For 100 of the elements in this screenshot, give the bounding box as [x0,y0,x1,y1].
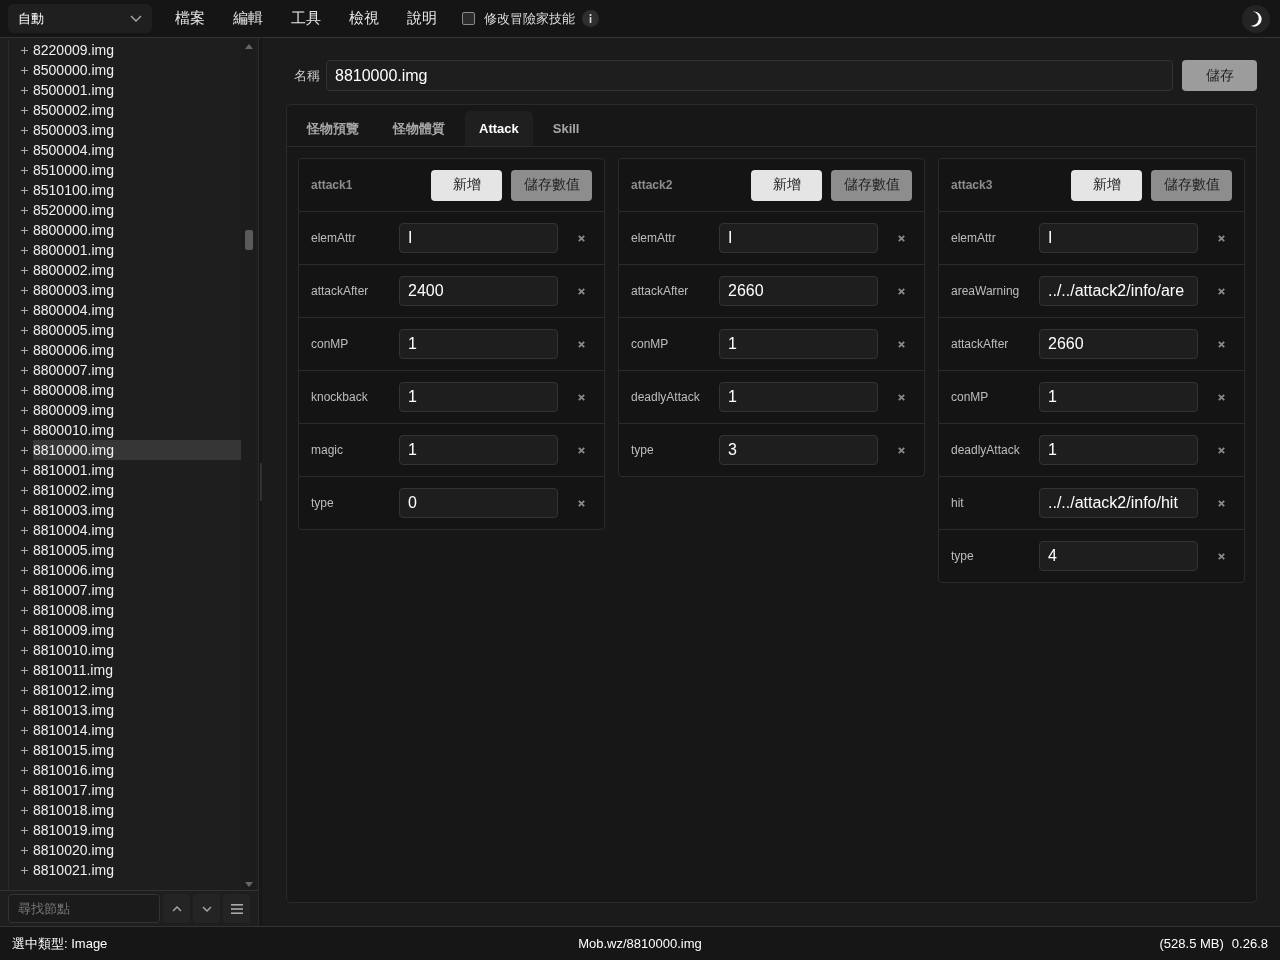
tree-item[interactable]: 8800000.img [33,220,241,240]
close-icon[interactable] [1218,552,1225,560]
tree-item[interactable]: 8810008.img [33,600,241,620]
add-button[interactable]: 新增 [431,169,502,201]
tree-item[interactable]: 8810000.img [33,440,241,460]
tree-item[interactable]: 8810003.img [33,500,241,520]
plus-icon[interactable] [21,86,28,94]
plus-icon[interactable] [21,46,28,54]
tree-item[interactable]: 8510000.img [33,160,241,180]
value-field[interactable]: I [1039,223,1198,253]
tab[interactable]: Skill [538,111,594,146]
close-icon[interactable] [898,340,905,348]
plus-icon[interactable] [21,606,28,614]
tree-item[interactable]: 8800002.img [33,260,241,280]
value-field[interactable]: 4 [1039,541,1198,571]
tab[interactable]: 怪物預覽 [293,111,373,146]
close-icon[interactable] [1218,340,1225,348]
tree-item[interactable]: 8500004.img [33,140,241,160]
menu-item[interactable]: 編輯 [219,4,277,33]
value-field[interactable]: 1 [399,435,558,465]
value-field[interactable]: 1 [399,329,558,359]
plus-icon[interactable] [21,366,28,374]
tree-item[interactable]: 8810006.img [33,560,241,580]
plus-icon[interactable] [21,126,28,134]
triangle-up-icon[interactable] [244,44,253,49]
tree-item[interactable]: 8220009.img [33,40,241,60]
search-field[interactable]: 尋找節點 [8,894,160,923]
plus-icon[interactable] [21,306,28,314]
plus-icon[interactable] [21,686,28,694]
theme-toggle-button[interactable] [1242,4,1270,33]
close-icon[interactable] [578,499,585,507]
plus-icon[interactable] [21,726,28,734]
add-button[interactable]: 新增 [751,169,822,201]
close-icon[interactable] [578,340,585,348]
tree-item[interactable]: 8800006.img [33,340,241,360]
save-values-button[interactable]: 儲存數值 [1151,169,1232,201]
value-field[interactable]: ../../attack2/info/hit [1039,488,1198,518]
plus-icon[interactable] [21,826,28,834]
plus-icon[interactable] [21,546,28,554]
checkbox[interactable] [462,12,475,25]
plus-icon[interactable] [21,166,28,174]
value-field[interactable]: 1 [1039,435,1198,465]
tree-item[interactable]: 8810001.img [33,460,241,480]
value-field[interactable]: 3 [719,435,878,465]
value-field[interactable]: 2400 [399,276,558,306]
plus-icon[interactable] [21,866,28,874]
value-field[interactable]: 1 [1039,382,1198,412]
tree-item[interactable]: 8800001.img [33,240,241,260]
tree-item[interactable]: 8810018.img [33,800,241,820]
plus-icon[interactable] [21,346,28,354]
value-field[interactable]: ../../attack2/info/are [1039,276,1198,306]
plus-icon[interactable] [21,106,28,114]
menu-item[interactable]: 說明 [393,4,451,33]
tree-item[interactable]: 8810015.img [33,740,241,760]
plus-icon[interactable] [21,666,28,674]
plus-icon[interactable] [21,486,28,494]
plus-icon[interactable] [21,646,28,654]
close-icon[interactable] [578,234,585,242]
tree-item[interactable]: 8810014.img [33,720,241,740]
plus-icon[interactable] [21,206,28,214]
plus-icon[interactable] [21,466,28,474]
plus-icon[interactable] [21,146,28,154]
close-icon[interactable] [1218,499,1225,507]
scrollbar-thumb[interactable] [244,230,253,250]
tree-item[interactable]: 8500000.img [33,60,241,80]
tree-item[interactable]: 8800007.img [33,360,241,380]
plus-icon[interactable] [21,746,28,754]
tree-item[interactable]: 8810011.img [33,660,241,680]
close-icon[interactable] [1218,234,1225,242]
value-field[interactable]: 1 [719,329,878,359]
plus-icon[interactable] [21,706,28,714]
tree-item[interactable]: 8500003.img [33,120,241,140]
plus-icon[interactable] [21,406,28,414]
info-icon[interactable] [582,10,599,27]
close-icon[interactable] [1218,446,1225,454]
value-field[interactable]: I [719,223,878,253]
tree-item[interactable]: 8800010.img [33,420,241,440]
close-icon[interactable] [898,287,905,295]
previous-button[interactable] [163,894,190,923]
tree-item[interactable]: 8810020.img [33,840,241,860]
tree-item[interactable]: 8800009.img [33,400,241,420]
plus-icon[interactable] [21,566,28,574]
close-icon[interactable] [898,446,905,454]
plus-icon[interactable] [21,386,28,394]
plus-icon[interactable] [21,806,28,814]
tree-item[interactable]: 8810010.img [33,640,241,660]
save-button[interactable]: 儲存 [1182,60,1257,91]
tab[interactable]: Attack [465,111,533,146]
tree-item[interactable]: 8810009.img [33,620,241,640]
close-icon[interactable] [578,446,585,454]
plus-icon[interactable] [21,226,28,234]
value-field[interactable]: 1 [719,382,878,412]
tree-item[interactable]: 8810021.img [33,860,241,880]
tree-item[interactable]: 8810016.img [33,760,241,780]
tree-item[interactable]: 8800005.img [33,320,241,340]
plus-icon[interactable] [21,626,28,634]
tree-item[interactable]: 8810019.img [33,820,241,840]
plus-icon[interactable] [21,266,28,274]
tree-item[interactable]: 8810017.img [33,780,241,800]
value-field[interactable]: 2660 [1039,329,1198,359]
